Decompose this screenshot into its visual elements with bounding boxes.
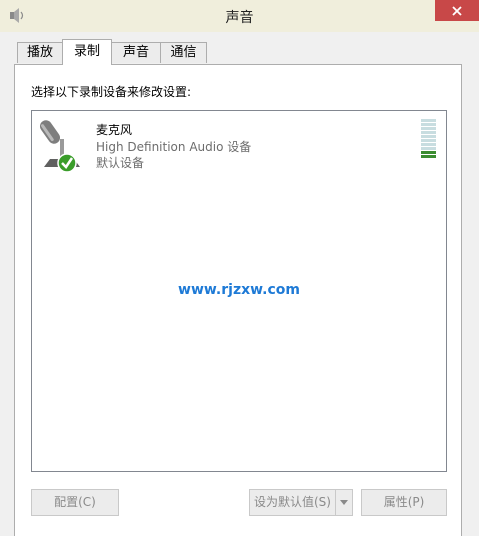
level-bar: [421, 127, 436, 130]
device-description: High Definition Audio 设备: [96, 140, 252, 154]
tab-playback-label: 播放: [26, 45, 53, 60]
level-meter: [421, 119, 437, 159]
dialog-body: 播放 录制 声音 通信 选择以下录制设备来修改设置: 麦克风 High Defi…: [0, 32, 479, 536]
properties-button[interactable]: 属性(P): [361, 489, 447, 516]
window-title: 声音: [225, 10, 254, 26]
configure-button[interactable]: 配置(C): [31, 489, 119, 516]
tab-communications[interactable]: 通信: [160, 42, 207, 63]
set-default-button[interactable]: 设为默认值(S): [249, 489, 335, 516]
level-bar: [421, 119, 436, 122]
tab-recording[interactable]: 录制: [62, 39, 112, 65]
device-name: 麦克风: [96, 123, 133, 137]
tab-sounds[interactable]: 声音: [111, 42, 161, 63]
level-bar: [421, 123, 436, 126]
watermark-text: www.rjzxw.com: [178, 282, 300, 298]
level-bar: [421, 135, 436, 138]
close-icon: [452, 5, 462, 16]
tab-recording-label: 录制: [73, 44, 100, 59]
level-bar: [421, 139, 436, 142]
set-default-dropdown[interactable]: [335, 489, 353, 516]
title-bar: 声音: [0, 0, 479, 32]
tab-sounds-label: 声音: [122, 45, 149, 60]
tab-playback[interactable]: 播放: [17, 42, 63, 63]
device-status: 默认设备: [96, 156, 145, 170]
level-bar-active: [421, 151, 436, 154]
level-bar: [421, 131, 436, 134]
device-item-microphone[interactable]: 麦克风 High Definition Audio 设备 默认设备: [32, 111, 446, 175]
recording-tab-page: 选择以下录制设备来修改设置: 麦克风 High Definition Audio…: [14, 64, 462, 536]
level-bar: [421, 147, 436, 150]
green-check-icon: [57, 153, 77, 173]
level-bar-active: [421, 155, 436, 158]
chevron-down-icon: [340, 500, 348, 505]
microphone-icon: [39, 120, 80, 173]
instruction-text: 选择以下录制设备来修改设置:: [31, 85, 192, 99]
close-button[interactable]: [435, 0, 479, 21]
tab-communications-label: 通信: [170, 45, 197, 60]
device-list[interactable]: 麦克风 High Definition Audio 设备 默认设备 www.rj…: [31, 110, 447, 472]
level-bar: [421, 143, 436, 146]
